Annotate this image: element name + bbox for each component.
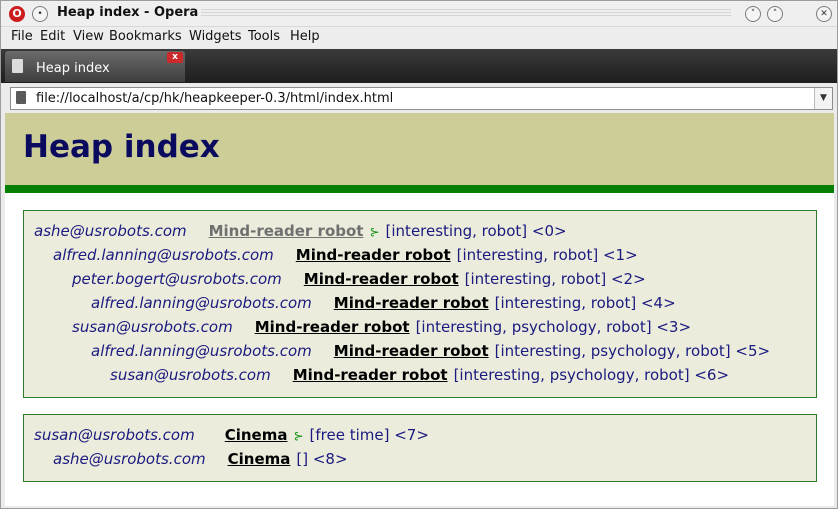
- thread-tree-icon[interactable]: ⊱: [293, 429, 303, 443]
- post-tags: [interesting, robot] <1>: [456, 246, 638, 264]
- address-field[interactable]: file://localhost/a/cp/hk/heapkeeper-0.3/…: [10, 87, 833, 110]
- post-tags: [interesting, psychology, robot] <5>: [494, 342, 771, 360]
- header-divider: [5, 185, 834, 193]
- post-author: ashe@usrobots.com: [53, 450, 206, 468]
- post-tags: [] <8>: [296, 450, 348, 468]
- post-author: alfred.lanning@usrobots.com: [53, 246, 274, 264]
- post-subject-link[interactable]: Mind-reader robot: [293, 366, 448, 384]
- post-subject-link[interactable]: Mind-reader robot: [334, 294, 489, 312]
- post-author: susan@usrobots.com: [72, 318, 233, 336]
- post-tags: [interesting, robot] <0>: [385, 222, 567, 240]
- page-icon: [16, 91, 26, 104]
- post-row: alfred.lanning@usrobots.com Mind-reader r…: [53, 246, 638, 268]
- post-subject-link[interactable]: Mind-reader robot: [304, 270, 459, 288]
- post-row: ashe@usrobots.com Cinema [] <8>: [53, 450, 348, 472]
- post-subject-link[interactable]: Mind-reader robot: [255, 318, 410, 336]
- thread-box: ashe@usrobots.com Mind-reader robot ⊱ [inte…: [23, 210, 817, 398]
- post-row: alfred.lanning@usrobots.com Mind-reader r…: [91, 342, 770, 364]
- thread-tree-icon[interactable]: ⊱: [369, 225, 379, 239]
- tab-heap-index[interactable]: Heap index x: [5, 51, 185, 82]
- window-title: Heap index - Opera: [57, 5, 199, 20]
- menu-widgets[interactable]: Widgets: [189, 29, 242, 44]
- post-author: peter.bogert@usrobots.com: [72, 270, 282, 288]
- thread-box: susan@usrobots.com Cinema ⊱ [free time] <7>…: [23, 414, 817, 482]
- post-author: ashe@usrobots.com: [34, 222, 187, 240]
- menu-tools[interactable]: Tools: [248, 29, 280, 44]
- menu-help[interactable]: Help: [290, 29, 320, 44]
- opera-logo-icon[interactable]: O: [9, 6, 25, 22]
- page-content: Heap index ashe@usrobots.com Mind-reader …: [5, 113, 834, 506]
- title-bar-grip: [201, 9, 731, 18]
- post-author: alfred.lanning@usrobots.com: [91, 294, 312, 312]
- post-tags: [interesting, psychology, robot] <3>: [415, 318, 692, 336]
- post-row: susan@usrobots.com Mind-reader robot [inte…: [110, 366, 729, 388]
- maximize-icon[interactable]: ˄: [767, 6, 783, 22]
- post-subject-link[interactable]: Mind-reader robot: [296, 246, 451, 264]
- post-row: susan@usrobots.com Mind-reader robot [inte…: [72, 318, 691, 340]
- menu-bookmarks[interactable]: Bookmarks: [109, 29, 182, 44]
- tab-close-icon[interactable]: x: [167, 52, 183, 63]
- post-tags: [interesting, robot] <4>: [494, 294, 676, 312]
- menu-edit[interactable]: Edit: [40, 29, 65, 44]
- tab-label: Heap index: [36, 61, 110, 76]
- page-title: Heap index: [23, 129, 220, 165]
- post-row: peter.bogert@usrobots.com Mind-reader rob…: [72, 270, 646, 292]
- minimize-icon[interactable]: ˅: [745, 6, 761, 22]
- post-row: susan@usrobots.com Cinema ⊱ [free time] <7>: [34, 426, 429, 448]
- post-tags: [interesting, robot] <2>: [464, 270, 646, 288]
- page-icon: [12, 59, 23, 73]
- menu-icon[interactable]: •: [32, 6, 48, 22]
- post-row: alfred.lanning@usrobots.com Mind-reader r…: [91, 294, 676, 316]
- menu-view[interactable]: View: [73, 29, 104, 44]
- menu-file[interactable]: File: [11, 29, 33, 44]
- tab-strip: Heap index x: [1, 49, 837, 83]
- post-subject-link[interactable]: Mind-reader robot: [209, 222, 364, 240]
- close-window-icon[interactable]: ✕: [816, 6, 832, 22]
- post-subject-link[interactable]: Mind-reader robot: [334, 342, 489, 360]
- post-author: alfred.lanning@usrobots.com: [91, 342, 312, 360]
- post-tags: [free time] <7>: [309, 426, 429, 444]
- menu-bar: File Edit View Bookmarks Widgets Tools H…: [1, 27, 837, 48]
- post-author: susan@usrobots.com: [34, 426, 195, 444]
- browser-window: O • Heap index - Opera ˅ ˄ ✕ File Edit V…: [0, 0, 838, 509]
- address-bar: file://localhost/a/cp/hk/heapkeeper-0.3/…: [1, 84, 837, 112]
- post-subject-link[interactable]: Cinema: [225, 426, 288, 444]
- post-author: susan@usrobots.com: [110, 366, 271, 384]
- address-dropdown-icon[interactable]: ▼: [814, 88, 832, 109]
- post-subject-link[interactable]: Cinema: [228, 450, 291, 468]
- post-row: ashe@usrobots.com Mind-reader robot ⊱ [inte…: [34, 222, 567, 244]
- page-header: Heap index: [5, 113, 834, 185]
- address-url[interactable]: file://localhost/a/cp/hk/heapkeeper-0.3/…: [36, 91, 393, 106]
- post-tags: [interesting, psychology, robot] <6>: [453, 366, 730, 384]
- title-bar: O • Heap index - Opera ˅ ˄ ✕: [1, 1, 837, 27]
